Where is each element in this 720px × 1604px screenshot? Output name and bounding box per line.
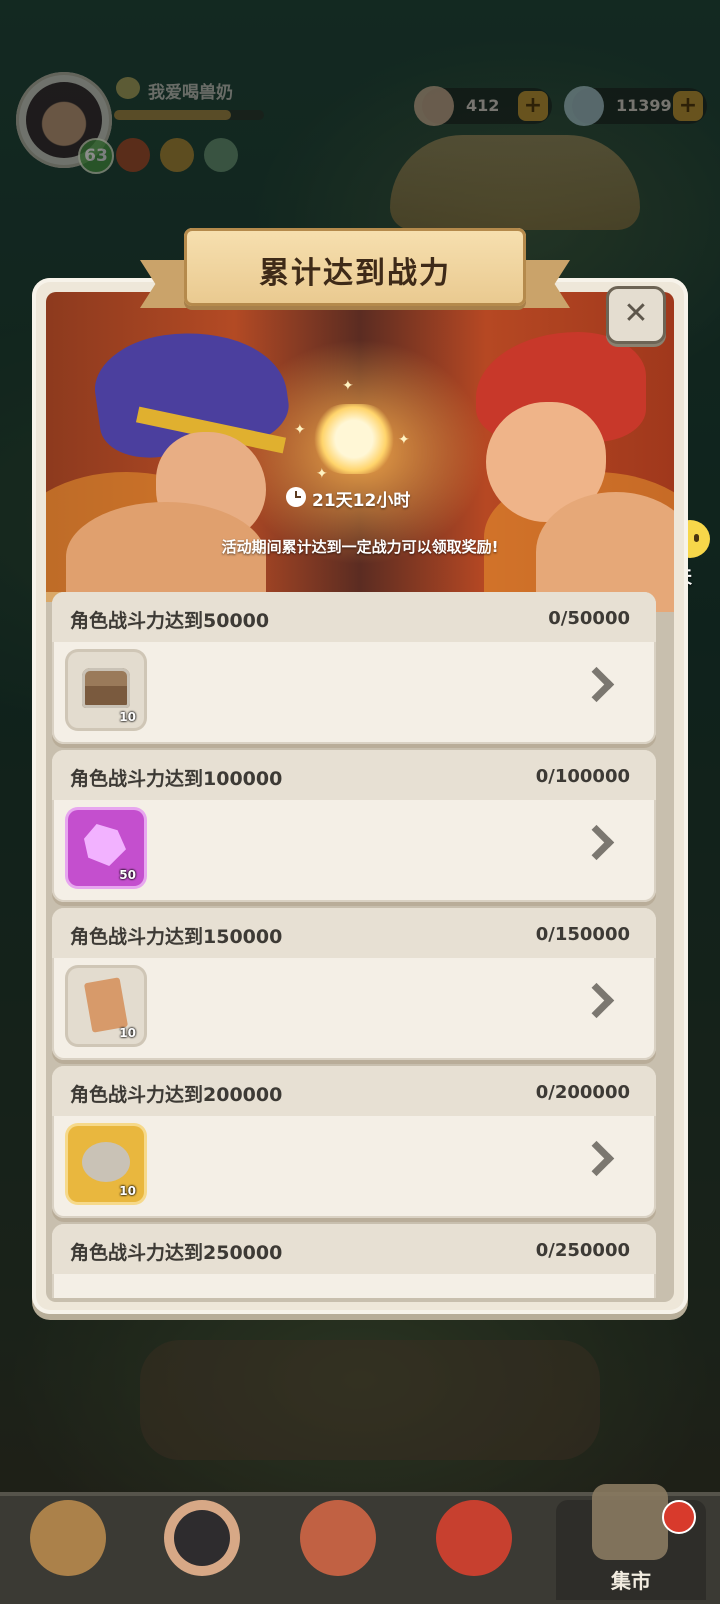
task-progress: 0/200000 bbox=[535, 1082, 630, 1103]
event-banner: ✦ ✦ ✦ ✦ 21天12小时 活动期间累计达到一定战力可以领取奖励! bbox=[46, 292, 674, 612]
task-card[interactable]: 角色战斗力达到200000 0/200000 10 bbox=[52, 1066, 656, 1218]
chevron-right-icon[interactable] bbox=[584, 668, 604, 702]
reward-quantity: 10 bbox=[119, 1184, 136, 1198]
task-title: 角色战斗力达到50000 bbox=[70, 610, 270, 632]
task-card[interactable]: 角色战斗力达到150000 0/150000 10 bbox=[52, 908, 656, 1060]
flexed-arm-icon bbox=[314, 404, 394, 474]
task-list[interactable]: 角色战斗力达到50000 0/50000 10 角色战斗力达到100000 0/… bbox=[52, 592, 668, 1298]
task-title: 角色战斗力达到250000 bbox=[70, 1242, 283, 1264]
nav-market-label: 集市 bbox=[611, 1569, 651, 1593]
sparkle-icon: ✦ bbox=[316, 466, 328, 482]
clock-icon bbox=[286, 487, 306, 507]
chevron-right-icon[interactable] bbox=[584, 1142, 604, 1176]
market-icon bbox=[592, 1484, 668, 1560]
sparkle-icon: ✦ bbox=[294, 422, 306, 438]
reward-quantity: 10 bbox=[119, 1026, 136, 1040]
task-card[interactable]: 角色战斗力达到50000 0/50000 10 bbox=[52, 592, 656, 744]
task-progress: 0/150000 bbox=[535, 924, 630, 945]
totem-icon bbox=[300, 1500, 376, 1576]
chevron-right-icon[interactable] bbox=[584, 984, 604, 1018]
task-progress: 0/250000 bbox=[535, 1240, 630, 1261]
bottom-nav: 集市 bbox=[0, 1484, 720, 1604]
skull-token-icon[interactable]: 10 bbox=[68, 1126, 144, 1202]
modal-title-ribbon: 累计达到战力 bbox=[140, 222, 570, 322]
notification-bell-icon bbox=[662, 1500, 696, 1534]
task-title: 角色战斗力达到100000 bbox=[70, 768, 283, 790]
close-button[interactable]: ✕ bbox=[606, 286, 666, 344]
nav-beast[interactable] bbox=[12, 1500, 122, 1600]
timer-text: 21天12小时 bbox=[312, 491, 411, 511]
event-description: 活动期间累计达到一定战力可以领取奖励! bbox=[221, 538, 499, 556]
modal-title: 累计达到战力 bbox=[259, 256, 451, 291]
chevron-right-icon[interactable] bbox=[584, 826, 604, 860]
sparkle-icon: ✦ bbox=[342, 378, 354, 394]
reward-quantity: 50 bbox=[119, 868, 136, 882]
nav-totem[interactable] bbox=[282, 1500, 392, 1600]
task-title: 角色战斗力达到150000 bbox=[70, 926, 283, 948]
beast-icon bbox=[30, 1500, 106, 1576]
hero-icon bbox=[164, 1500, 240, 1576]
dino-icon bbox=[436, 1500, 512, 1576]
purple-crystal-icon[interactable]: 50 bbox=[68, 810, 144, 886]
reward-quantity: 10 bbox=[119, 710, 136, 724]
task-card[interactable]: 角色战斗力达到250000 0/250000 bbox=[52, 1224, 656, 1298]
paw-scroll-icon[interactable]: 10 bbox=[68, 968, 144, 1044]
close-icon: ✕ bbox=[623, 296, 649, 331]
nav-hero[interactable] bbox=[146, 1500, 256, 1600]
nav-dino[interactable] bbox=[418, 1500, 528, 1600]
power-event-modal: ✦ ✦ ✦ ✦ 21天12小时 活动期间累计达到一定战力可以领取奖励! 角色战斗… bbox=[32, 278, 688, 1314]
task-progress: 0/100000 bbox=[535, 766, 630, 787]
task-progress: 0/50000 bbox=[548, 608, 630, 629]
sparkle-icon: ✦ bbox=[398, 432, 410, 448]
task-card[interactable]: 角色战斗力达到100000 0/100000 50 bbox=[52, 750, 656, 902]
nav-market[interactable]: 集市 bbox=[556, 1484, 706, 1600]
task-title: 角色战斗力达到200000 bbox=[70, 1084, 283, 1106]
treasure-chest-icon[interactable]: 10 bbox=[68, 652, 144, 728]
